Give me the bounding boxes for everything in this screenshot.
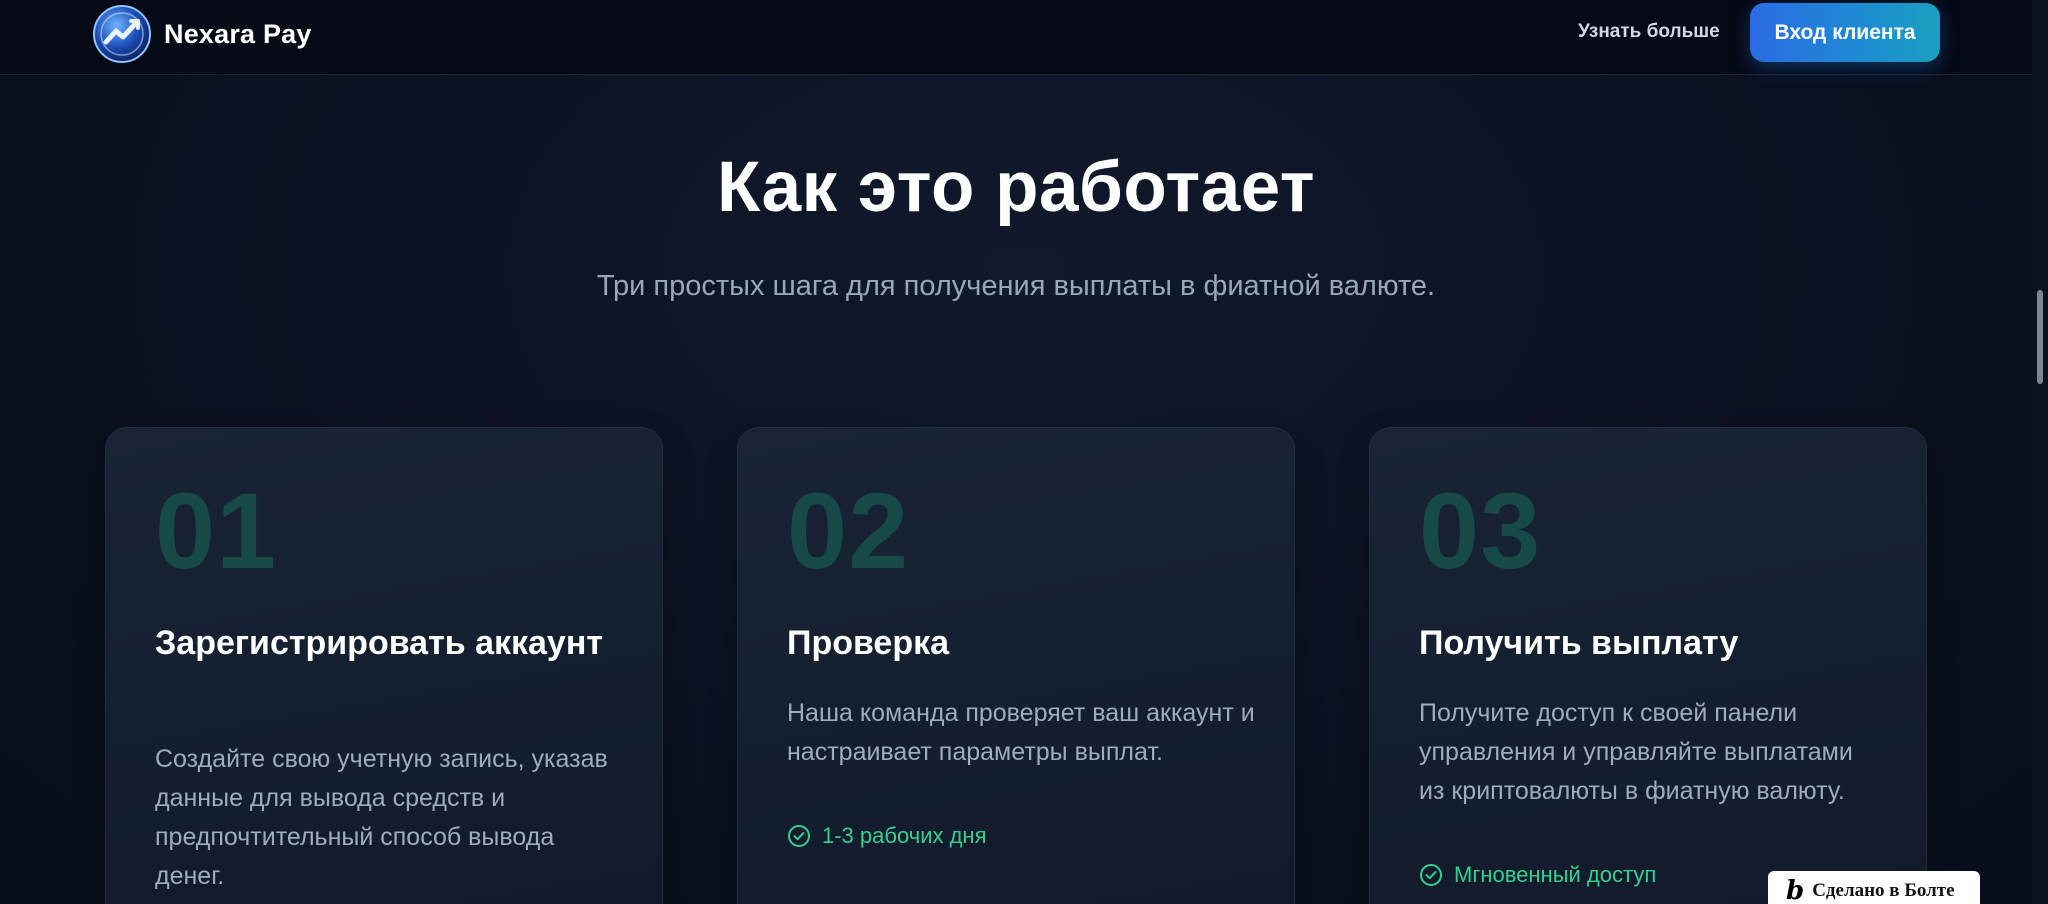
page-scrollbar[interactable] <box>2032 0 2048 904</box>
page-viewport: Nexara Pay Узнать больше Вход клиента Ка… <box>0 0 2048 904</box>
step-title: Зарегистрировать аккаунт <box>155 624 604 662</box>
step-number: 03 <box>1419 470 1542 591</box>
scrollbar-thumb[interactable] <box>2037 290 2043 384</box>
step-card-3: 03 Получить выплату Получите доступ к св… <box>1369 427 1927 904</box>
step-title: Получить выплату <box>1419 624 1739 662</box>
step-description: Получите доступ к своей панели управлени… <box>1419 699 1853 805</box>
brand-link[interactable]: Nexara Pay <box>92 3 312 65</box>
client-login-button[interactable]: Вход клиента <box>1750 3 1940 62</box>
badge-label: Мгновенный доступ <box>1454 862 1657 887</box>
section-title: Как это работает <box>716 148 1316 227</box>
brand-name: Nexara Pay <box>164 18 312 49</box>
nexara-logo-icon <box>93 5 151 63</box>
check-circle-icon <box>788 825 810 847</box>
step-duration-badge: 1-3 рабочих дня <box>787 822 987 850</box>
step-card-1: 01 Зарегистрировать аккаунт Создайте сво… <box>105 427 663 904</box>
nav-learn-more-link[interactable]: Узнать больше <box>1578 20 1720 44</box>
section-subtitle: Три простых шага для получения выплаты в… <box>596 270 1436 302</box>
bolt-logo-icon: b <box>1786 876 1805 904</box>
step-card-2: 02 Проверка Наша команда проверяет ваш а… <box>737 427 1295 904</box>
step-access-badge: Мгновенный доступ <box>1419 861 1656 889</box>
step-number: 01 <box>155 470 278 591</box>
badge-label: 1-3 рабочих дня <box>822 823 987 848</box>
step-title: Проверка <box>787 624 950 662</box>
made-in-bolt-text: Сделано в Болте <box>1812 880 1955 901</box>
site-header: Nexara Pay Узнать больше Вход клиента <box>0 0 2032 75</box>
step-description: Создайте свою учетную запись, указав дан… <box>155 745 608 890</box>
step-number: 02 <box>787 470 910 591</box>
made-in-bolt-badge[interactable]: b Сделано в Болте <box>1768 871 1980 904</box>
check-circle-icon <box>1420 864 1442 886</box>
step-description: Наша команда проверяет ваш аккаунт и нас… <box>787 699 1255 766</box>
